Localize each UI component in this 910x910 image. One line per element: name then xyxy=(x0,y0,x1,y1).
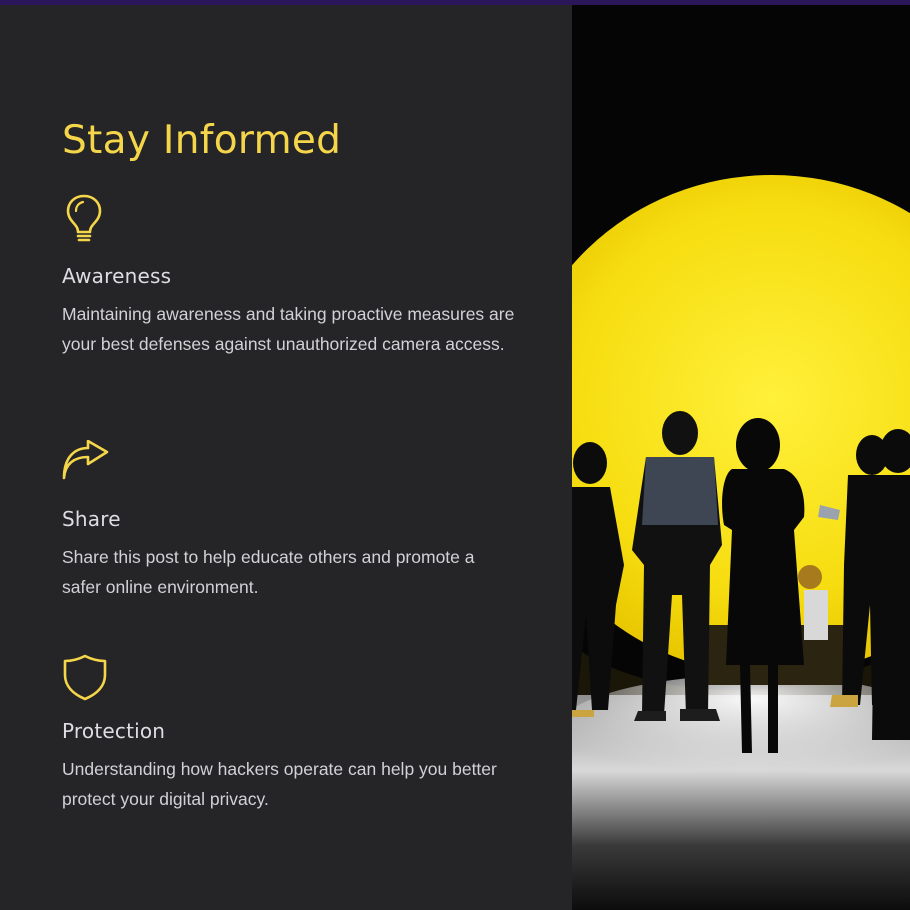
shield-icon xyxy=(62,653,108,705)
hero-photo xyxy=(572,5,910,910)
feature-heading: Awareness xyxy=(62,264,172,288)
page-title: Stay Informed xyxy=(62,118,342,163)
feature-protection: Protection Understanding how hackers ope… xyxy=(62,653,522,823)
content-panel: Stay Informed Awareness Maintaining awar… xyxy=(0,5,572,910)
feature-description: Share this post to help educate others a… xyxy=(62,547,475,597)
feature-description: Understanding how hackers operate can he… xyxy=(62,759,497,809)
lightbulb-icon xyxy=(64,192,104,248)
feature-description: Maintaining awareness and taking proacti… xyxy=(62,304,515,354)
feature-heading: Share xyxy=(62,507,121,531)
feature-heading: Protection xyxy=(62,719,166,743)
feature-awareness: Awareness Maintaining awareness and taki… xyxy=(62,192,522,392)
feature-share: Share Share this post to help educate ot… xyxy=(62,439,522,610)
share-arrow-icon xyxy=(62,439,110,486)
